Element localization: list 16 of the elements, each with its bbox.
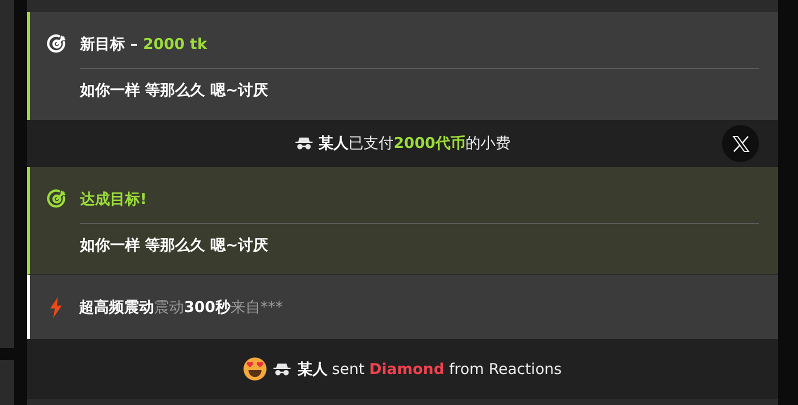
x-logo-button[interactable] [722,125,759,162]
side-panel [0,360,14,405]
target-icon [46,33,68,55]
x-logo-icon [730,134,750,154]
goal-title: 达成目标! [80,190,147,208]
target-icon [46,188,68,210]
goal-message: 如你一样 等那么久 嗯~讨厌 [80,81,270,100]
lightning-icon [49,296,63,318]
reaction-message: 某人 sent Diamond from Reactions [297,360,562,378]
vibration-message: 超高频震动震动300秒来自*** [79,298,283,316]
tip-message: 某人已支付2000代币的小费 [318,134,510,153]
heart-eyes-emoji-icon [243,357,268,381]
spy-icon [294,137,313,150]
goal-title: 新目标 – 2000 tk [80,34,208,54]
spy-icon [273,362,292,376]
goal-message: 如你一样 等那么久 嗯~讨厌 [80,236,270,255]
